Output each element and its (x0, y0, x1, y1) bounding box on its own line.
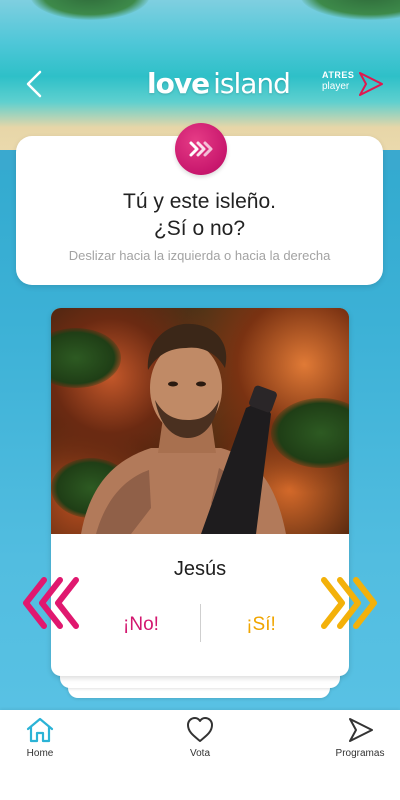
atres-text: ATRES (322, 70, 355, 80)
prompt-title-line1: Tú y este isleño. (123, 190, 276, 213)
nav-vota-label: Vota (189, 748, 211, 759)
back-button[interactable] (20, 68, 50, 100)
nav-home-label: Home (26, 748, 54, 759)
swipe-right-button[interactable] (316, 576, 378, 630)
prompt-subtitle: Deslizar hacia la izquierda o hacia la d… (68, 248, 331, 263)
chevrons-right-icon (175, 123, 227, 175)
chevrons-left-icon (23, 577, 79, 629)
prompt-title: Tú y este isleño. ¿Sí o no? (16, 188, 383, 242)
heart-icon (187, 717, 213, 742)
palm-foliage (30, 0, 150, 20)
love-island-logo: love island (147, 66, 291, 102)
contestant-photo (51, 308, 349, 534)
yes-button[interactable]: ¡Sí! (211, 608, 311, 642)
no-button[interactable]: ¡No! (91, 608, 191, 642)
contestant-card[interactable]: Jesús ¡No! ¡Sí! (51, 308, 349, 676)
nav-programas[interactable]: Programas (315, 710, 400, 780)
person-figure (81, 323, 286, 534)
palm-foliage (300, 0, 400, 20)
atresplayer-logo[interactable]: ATRES player (316, 64, 386, 104)
home-icon (26, 717, 54, 743)
atres-arrow-icon (359, 72, 383, 96)
chevron-left-icon (26, 70, 42, 98)
app-header: love island ATRES player (0, 60, 400, 108)
nav-programas-label: Programas (335, 748, 385, 759)
logo-text-love: love (147, 67, 210, 100)
logo-text-island: island (213, 67, 291, 100)
bottom-navigation: Home Vota Programas (0, 710, 400, 800)
prompt-title-line2: ¿Sí o no? (153, 217, 246, 240)
nav-vota[interactable]: Vota (155, 710, 245, 780)
button-divider (200, 604, 201, 642)
swipe-left-button[interactable] (22, 576, 84, 630)
contestant-name: Jesús (173, 558, 227, 580)
play-arrow-icon (349, 718, 373, 742)
chevrons-right-icon (321, 577, 377, 629)
nav-home[interactable]: Home (0, 710, 85, 780)
player-text: player (322, 81, 350, 92)
